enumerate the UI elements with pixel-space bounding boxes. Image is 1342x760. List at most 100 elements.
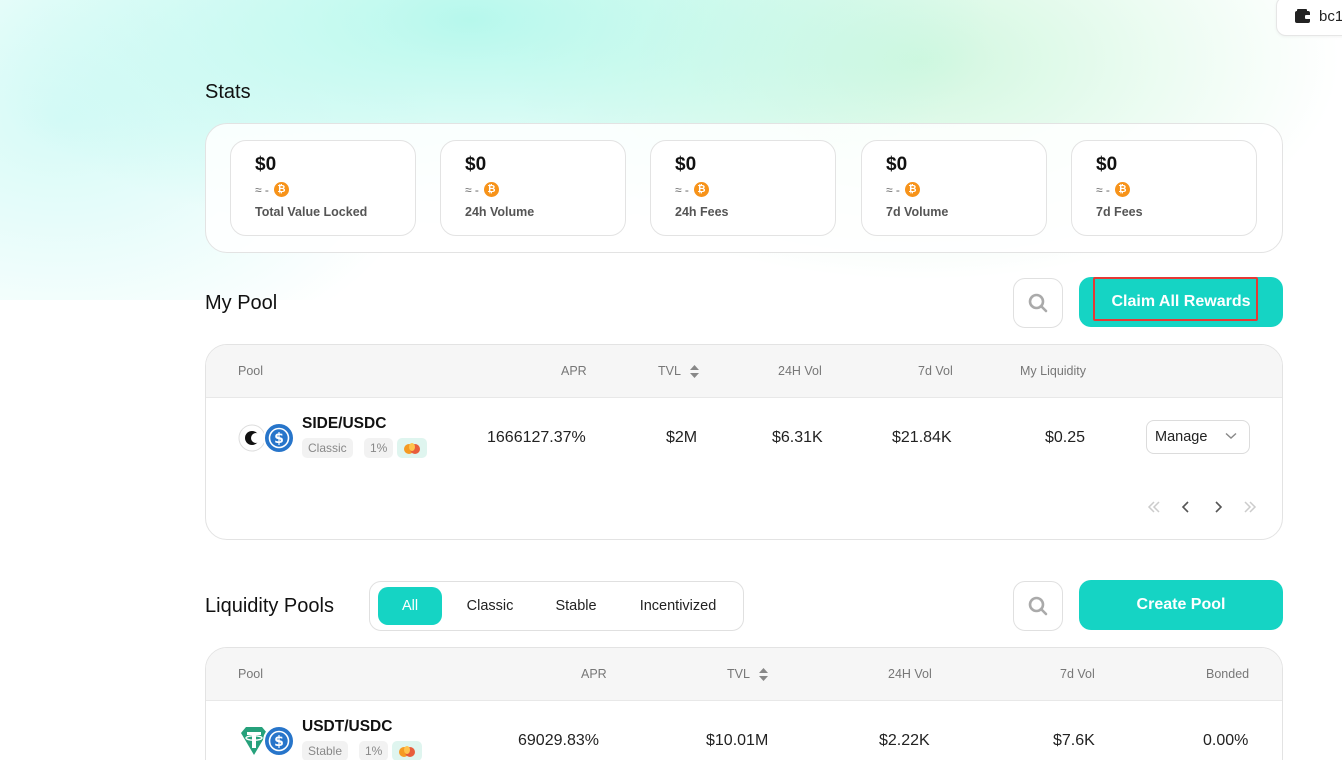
bonded-value: 0.00% (1203, 732, 1249, 749)
stat-approx: ≈ - (255, 182, 269, 197)
pools-search-button[interactable] (1013, 581, 1063, 631)
my-liquidity-value: $0.25 (1045, 429, 1086, 446)
column-apr: APR (561, 364, 587, 378)
stat-label: 24h Fees (675, 205, 729, 219)
filter-incentivized[interactable]: Incentivized (628, 587, 728, 625)
pair-name[interactable]: USDT/USDC (302, 718, 392, 736)
my-pool-title: My Pool (205, 292, 278, 314)
tvl-value: $10.01M (706, 732, 769, 749)
column-tvl[interactable]: TVL (658, 364, 699, 379)
column-24h-vol: 24H Vol (778, 364, 822, 378)
next-page-icon (1215, 501, 1223, 513)
stat-tvl: $0 ≈ - ₿ Total Value Locked (230, 140, 416, 236)
stat-7d-fees: $0 ≈ - ₿ 7d Fees (1071, 140, 1257, 236)
create-pool-button[interactable]: Create Pool (1079, 580, 1283, 630)
last-page-button[interactable] (1242, 499, 1258, 515)
bitcoin-icon: ₿ (693, 182, 709, 197)
pool-type-tag: Stable (302, 741, 349, 760)
column-bonded: Bonded (1206, 667, 1250, 681)
bitcoin-icon: ₿ (483, 182, 499, 197)
24h-vol-value: $6.31K (772, 429, 823, 446)
my-pool-search-button[interactable] (1013, 278, 1063, 328)
pair-icons: $ (238, 723, 298, 759)
stat-24h-fees: $0 ≈ - ₿ 24h Fees (650, 140, 836, 236)
reward-icon (404, 443, 420, 454)
stats-card: $0 ≈ - ₿ Total Value Locked $0 ≈ - ₿ 24h V… (205, 123, 1283, 253)
my-pool-table: Pool APR TVL 24H Vol 7d Vol My Liquidity (205, 344, 1283, 540)
pool-type-tag: Classic (302, 438, 353, 458)
pagination (1146, 499, 1258, 515)
last-page-icon (1244, 501, 1257, 513)
chevron-down-icon (1225, 432, 1237, 439)
stat-value: $0 (675, 154, 697, 175)
wallet-button[interactable]: bc1 (1276, 0, 1342, 36)
manage-dropdown[interactable]: Manage (1146, 420, 1250, 454)
stat-value: $0 (255, 154, 277, 175)
sort-icon (758, 668, 768, 682)
side-token-icon (238, 424, 266, 452)
stat-label: 24h Volume (465, 205, 535, 219)
column-7d-vol: 7d Vol (918, 364, 953, 378)
first-page-icon (1147, 501, 1160, 513)
search-icon (1028, 596, 1048, 616)
manage-label: Manage (1155, 429, 1208, 445)
wallet-address: bc1 (1319, 7, 1342, 25)
table-header: Pool APR TVL 24H Vol 7d Vol My Liquidity (206, 345, 1282, 398)
bitcoin-icon: ₿ (904, 182, 920, 197)
stats-title: Stats (205, 81, 251, 103)
apr-value: 1666127.37% (487, 429, 586, 446)
stat-label: 7d Fees (1096, 205, 1143, 219)
wallet-icon (1295, 9, 1311, 23)
reward-tag (397, 438, 427, 458)
table-row[interactable]: $ USDT/USDC Stable 1% 69029.83% $10.01M … (206, 701, 1282, 760)
column-pool: Pool (238, 667, 264, 681)
table-header: Pool APR TVL 24H Vol 7d Vol Bonded (206, 648, 1282, 701)
stat-value: $0 (1096, 154, 1118, 175)
column-tvl-label: TVL (727, 667, 750, 681)
stat-approx: ≈ - (886, 182, 900, 197)
stat-7d-volume: $0 ≈ - ₿ 7d Volume (861, 140, 1047, 236)
7d-vol-value: $21.84K (892, 429, 952, 446)
column-7d-vol: 7d Vol (1060, 667, 1095, 681)
filter-stable[interactable]: Stable (542, 587, 610, 625)
search-icon (1028, 293, 1048, 313)
table-row[interactable]: $ SIDE/USDC Classic 1% 1666127.37% $2M $… (206, 398, 1282, 476)
7d-vol-value: $7.6K (1053, 732, 1095, 749)
apr-value: 69029.83% (518, 732, 599, 749)
liquidity-pools-table: Pool APR TVL 24H Vol 7d Vol Bonded $ USD… (205, 647, 1283, 760)
column-tvl[interactable]: TVL (727, 667, 768, 682)
next-page-button[interactable] (1210, 499, 1226, 515)
claim-all-rewards-button[interactable]: Claim All Rewards (1079, 277, 1283, 327)
svg-text:$: $ (274, 734, 284, 750)
stat-approx: ≈ - (465, 182, 479, 197)
column-my-liquidity: My Liquidity (1020, 364, 1086, 378)
column-pool: Pool (238, 364, 264, 378)
svg-text:$: $ (274, 431, 284, 447)
stat-value: $0 (886, 154, 908, 175)
usdc-token-icon: $ (263, 422, 295, 454)
reward-tag (392, 741, 422, 760)
fee-tag: 1% (364, 438, 394, 458)
stat-value: $0 (465, 154, 487, 175)
bitcoin-icon: ₿ (273, 182, 289, 197)
column-tvl-label: TVL (658, 364, 681, 378)
liquidity-pools-title: Liquidity Pools (205, 595, 334, 617)
usdc-token-icon: $ (263, 725, 295, 757)
first-page-button[interactable] (1146, 499, 1162, 515)
stat-label: Total Value Locked (255, 205, 368, 219)
column-24h-vol: 24H Vol (888, 667, 932, 681)
pool-filter-tabs: All Classic Stable Incentivized (369, 581, 744, 631)
prev-page-icon (1181, 501, 1189, 513)
filter-classic[interactable]: Classic (454, 587, 526, 625)
24h-vol-value: $2.22K (879, 732, 930, 749)
fee-tag: 1% (359, 741, 389, 760)
column-apr: APR (581, 667, 607, 681)
prev-page-button[interactable] (1178, 499, 1194, 515)
tvl-value: $2M (666, 429, 698, 446)
pair-name[interactable]: SIDE/USDC (302, 415, 386, 433)
filter-all[interactable]: All (378, 587, 442, 625)
stat-label: 7d Volume (886, 205, 949, 219)
pair-icons: $ (238, 420, 298, 456)
reward-icon (399, 746, 415, 757)
stat-approx: ≈ - (1096, 182, 1110, 197)
